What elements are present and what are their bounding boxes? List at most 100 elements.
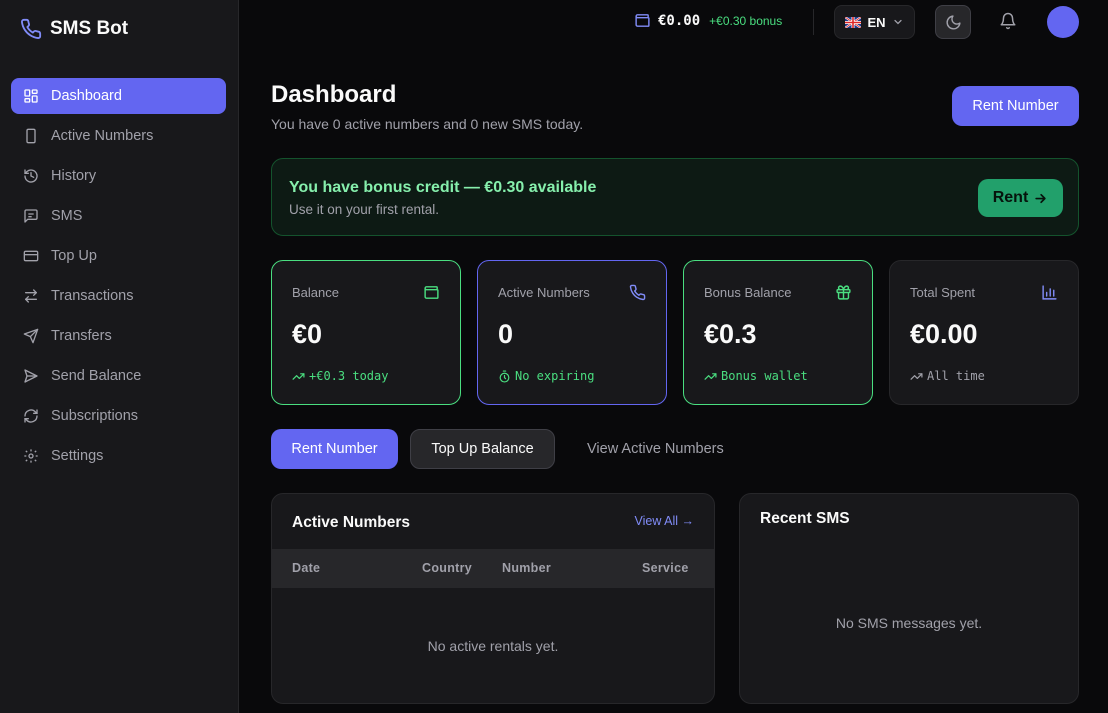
sidebar-item-transactions[interactable]: Transactions [11,278,226,314]
refresh-icon [23,408,39,424]
timer-icon [498,369,511,383]
sidebar-item-transfers[interactable]: Transfers [11,318,226,354]
column-header-country[interactable]: Country [422,561,472,575]
empty-state: No active rentals yet. [427,638,559,654]
transfer-arrows-icon [23,288,39,304]
table-header: Date Country Number Service [272,549,714,588]
stat-label: Balance [292,285,339,300]
stat-value: €0 [292,319,323,349]
sidebar-item-active-numbers[interactable]: Active Numbers [11,118,226,154]
stat-value: €0.00 [910,319,978,349]
send-plane-icon [23,328,39,344]
trending-up-icon [292,370,305,383]
stat-sub: No expiring [498,369,594,383]
credit-card-icon [23,248,39,264]
stat-sub-text: All time [927,369,985,383]
uk-flag-icon [845,16,862,28]
language-code: EN [867,14,886,30]
active-numbers-panel: Active Numbers View All → Date Country N… [271,493,715,704]
gift-icon [835,284,852,301]
app-name: SMS Bot [50,18,129,39]
chevron-down-icon [892,16,904,28]
column-header-service[interactable]: Service [642,561,689,575]
sidebar-item-dashboard[interactable]: Dashboard [11,78,226,114]
sidebar-item-top-up[interactable]: Top Up [11,238,226,274]
phone-logo-icon [20,18,42,40]
recent-sms-panel: Recent SMS No SMS messages yet. [739,493,1079,704]
view-all-link[interactable]: View All → [634,514,694,528]
gear-icon [23,448,39,464]
trending-up-icon [910,370,923,383]
sidebar-item-label: Subscriptions [51,408,139,424]
bonus-subtitle: Use it on your first rental. [289,202,440,217]
stat-sub-text: No expiring [515,369,595,383]
stat-sub-text: Bonus wallet [721,369,808,383]
sidebar-item-label: History [51,168,97,184]
sidebar-item-label: SMS [51,208,83,224]
panel-title: Active Numbers [292,514,411,531]
phone-device-icon [23,128,39,144]
bonus-banner: You have bonus credit — €0.30 available … [271,158,1079,236]
arrow-right-icon [1033,191,1048,206]
stat-sub: Bonus wallet [704,369,808,383]
sidebar-item-sms[interactable]: SMS [11,198,226,234]
dashboard-icon [23,88,39,104]
bonus-rent-button[interactable]: Rent [978,179,1063,217]
panel-title: Recent SMS [760,510,850,527]
stat-sub-text: +€0.3 today [309,369,389,383]
brand[interactable]: SMS Bot [20,18,128,40]
stat-sub: +€0.3 today [292,369,388,383]
stat-label: Total Spent [910,285,976,300]
sidebar-item-label: Active Numbers [51,128,154,144]
stat-label: Active Numbers [498,285,590,300]
bell-icon [999,12,1017,30]
stat-card-bonus-balance: Bonus Balance €0.3 Bonus wallet [683,260,873,405]
sidebar-item-settings[interactable]: Settings [11,438,226,474]
sidebar-nav: Dashboard Active Numbers History SMS Top… [11,78,226,478]
empty-state: No SMS messages yet. [835,615,983,631]
stat-card-total-spent: Total Spent €0.00 All time [889,260,1079,405]
page-title: Dashboard [271,81,397,108]
trending-up-icon [704,370,717,383]
avatar[interactable] [1047,6,1079,38]
language-selector[interactable]: EN [834,5,915,39]
stat-card-active-numbers: Active Numbers 0 No expiring [477,260,667,405]
rent-number-button[interactable]: Rent Number [952,86,1079,126]
sidebar-item-send-balance[interactable]: Send Balance [11,358,226,394]
sidebar-item-label: Dashboard [51,88,122,104]
view-active-numbers-link[interactable]: View Active Numbers [587,441,724,457]
stat-value: 0 [498,319,514,349]
page-subtitle: You have 0 active numbers and 0 new SMS … [271,116,584,132]
send-icon [23,368,39,384]
stat-card-balance: Balance €0 +€0.3 today [271,260,461,405]
bonus-rent-label: Rent [992,189,1029,206]
sidebar-item-label: Top Up [51,248,97,264]
sidebar-item-label: Settings [51,448,104,464]
sidebar-item-label: Transactions [51,288,134,304]
stat-label: Bonus Balance [704,285,792,300]
stat-sub: All time [910,369,985,383]
quick-rent-number-button[interactable]: Rent Number [271,429,398,469]
wallet-icon [423,284,440,301]
message-icon [23,208,39,224]
wallet-icon [634,12,651,29]
sidebar-item-subscriptions[interactable]: Subscriptions [11,398,226,434]
wallet-summary[interactable]: €0.00 +€0.30 bonus [634,12,782,29]
sidebar-item-label: Transfers [51,328,112,344]
topbar: €0.00 +€0.30 bonus EN [239,0,1108,44]
bar-chart-icon [1041,284,1058,301]
sidebar-item-history[interactable]: History [11,158,226,194]
top-up-balance-button[interactable]: Top Up Balance [410,429,555,469]
sidebar-item-label: Send Balance [51,368,142,384]
wallet-balance: €0.00 [658,12,701,29]
notifications-button[interactable] [999,12,1017,30]
history-icon [23,168,39,184]
column-header-number[interactable]: Number [502,561,551,575]
theme-toggle-button[interactable] [935,5,971,39]
moon-icon [945,14,962,31]
sidebar: SMS Bot Dashboard Active Numbers History… [0,0,239,713]
column-header-date[interactable]: Date [292,561,320,575]
phone-icon [629,284,646,301]
bonus-title: You have bonus credit — €0.30 available [289,179,597,196]
wallet-bonus: +€0.30 bonus [709,13,783,28]
